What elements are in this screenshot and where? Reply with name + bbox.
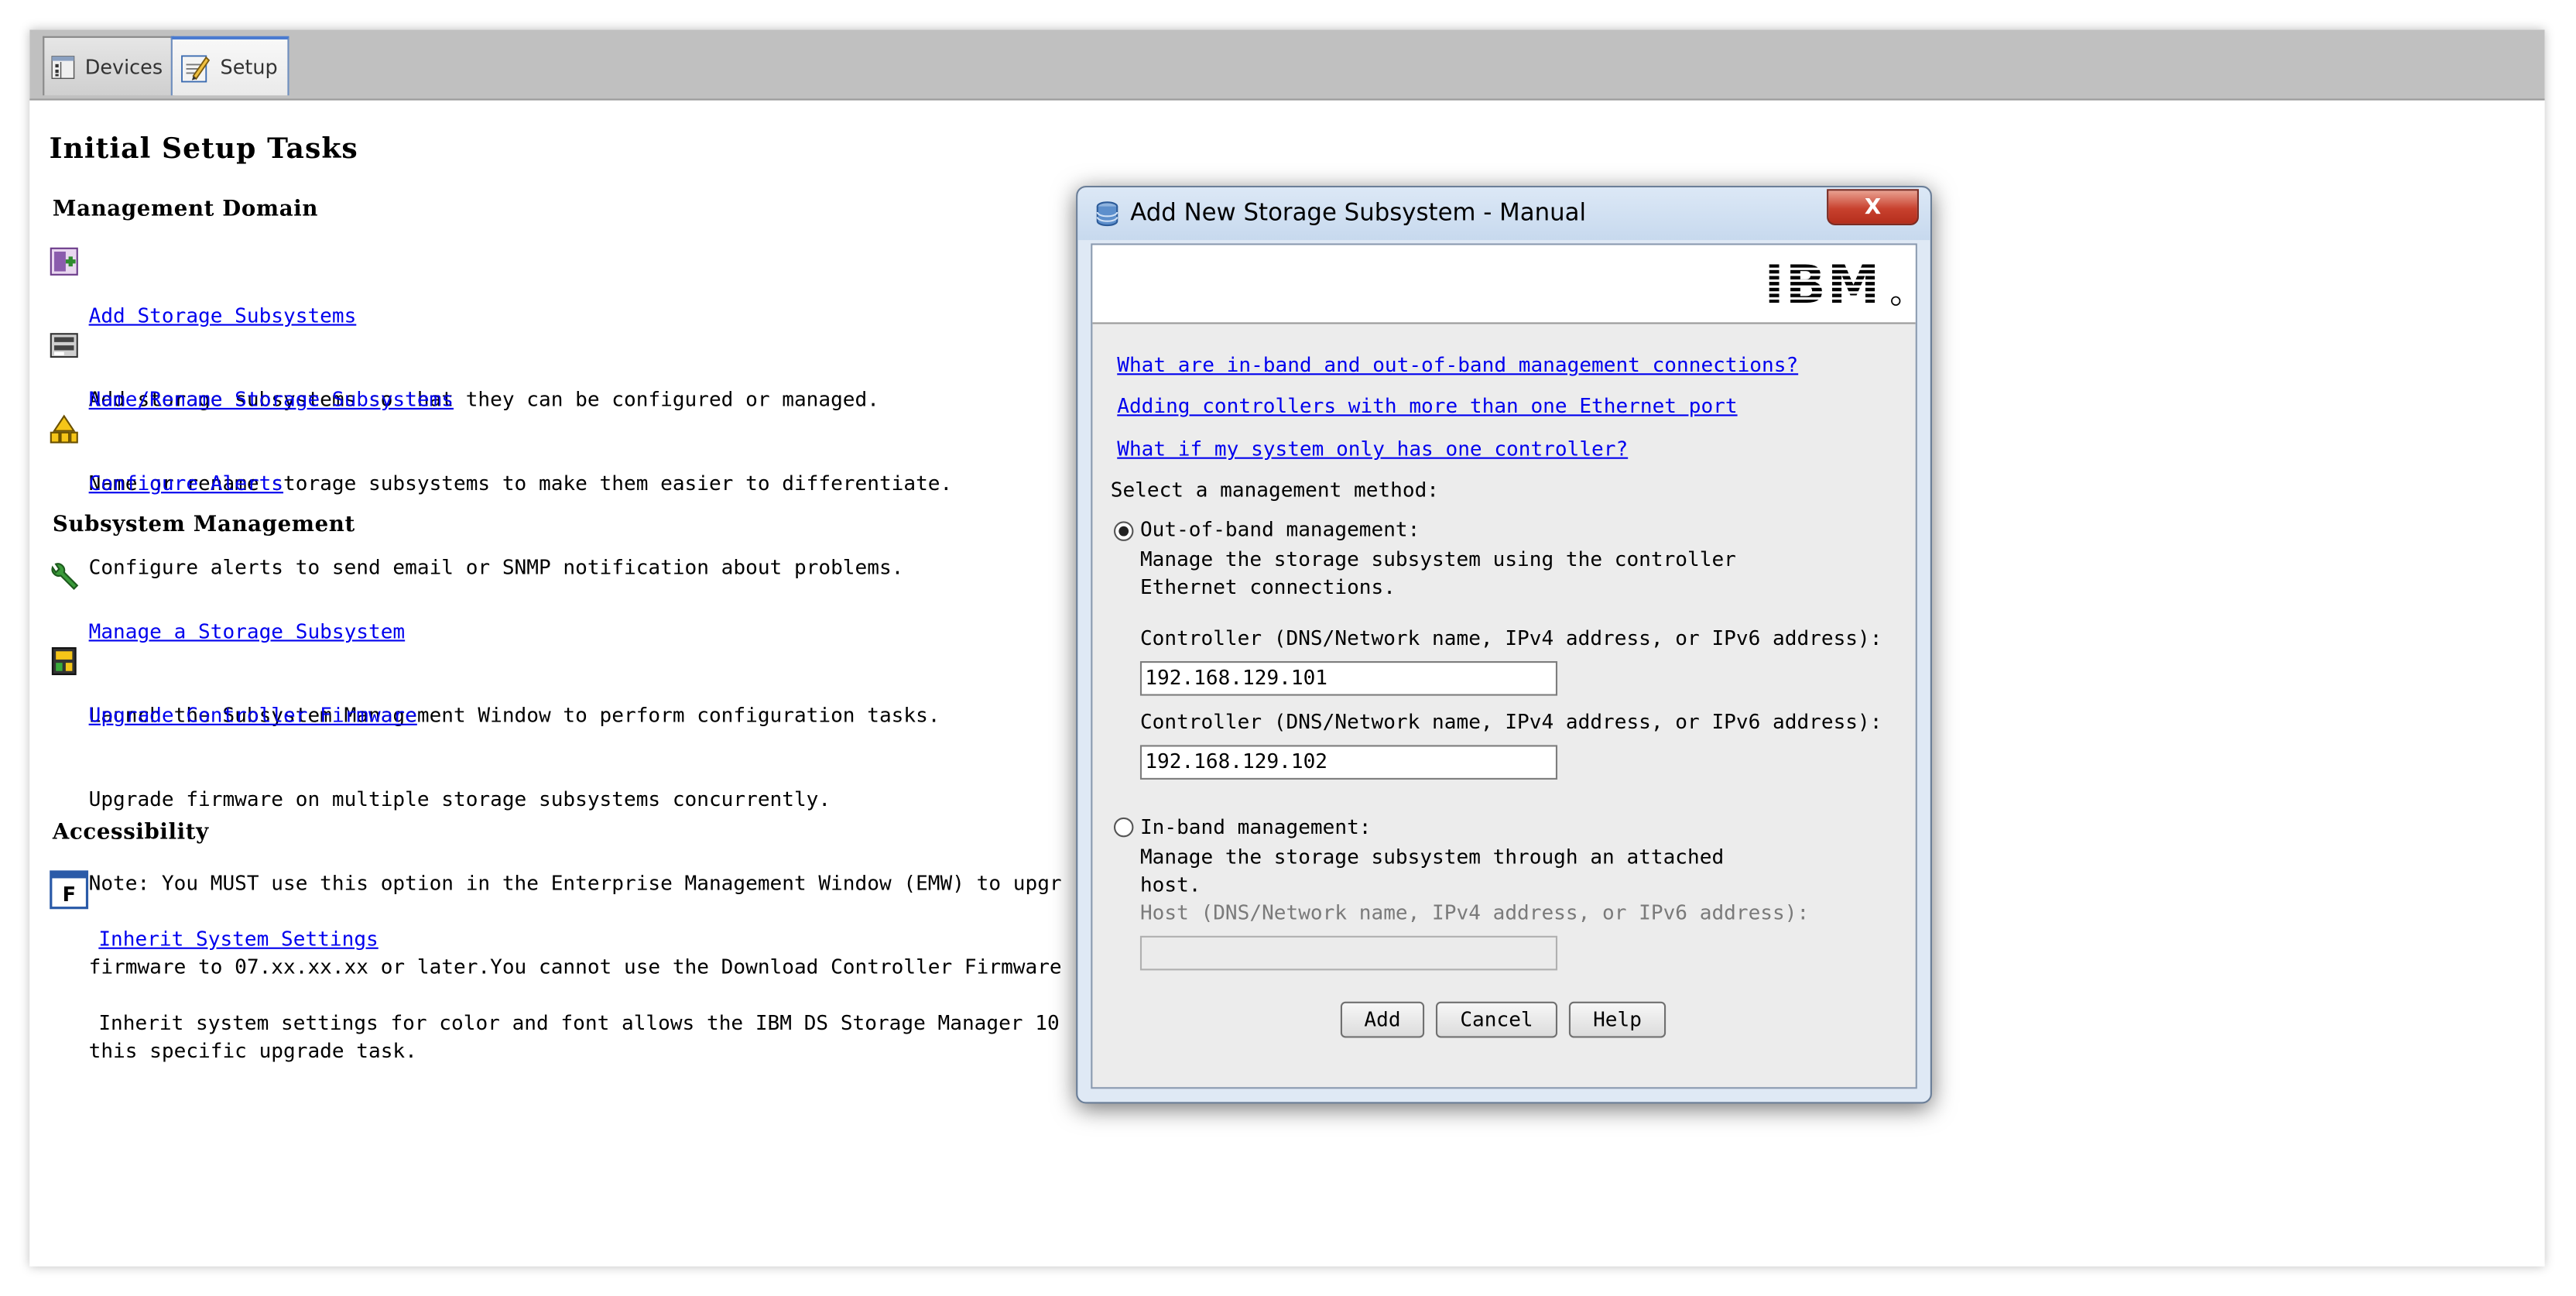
devices-icon <box>51 55 75 78</box>
section-subsystem-management: Subsystem Management <box>52 513 355 538</box>
out-of-band-radio[interactable] <box>1113 521 1134 541</box>
cancel-button[interactable]: Cancel <box>1435 1001 1558 1038</box>
firmware-icon <box>51 646 77 676</box>
help-button[interactable]: Help <box>1568 1001 1667 1038</box>
manage-subsystem-link[interactable]: Manage a Storage Subsystem <box>89 619 940 646</box>
svg-text:IBM: IBM <box>1764 259 1881 308</box>
out-of-band-label[interactable]: Out-of-band management: <box>1140 518 1420 541</box>
close-button[interactable]: X <box>1827 189 1919 226</box>
dialog-banner: IBM <box>1092 245 1916 324</box>
setup-icon <box>181 55 211 83</box>
select-method-label: Select a management method: <box>1110 478 1439 502</box>
out-of-band-description: Manage the storage subsystem using the c… <box>1139 547 1736 571</box>
wrench-icon <box>51 563 79 591</box>
task-description: Inherit system settings for color and fo… <box>98 1011 1060 1035</box>
screen: Devices Setup Initial Setup Tasks Manage… <box>0 0 2576 1296</box>
controller2-input[interactable]: 192.168.129.102 <box>1139 745 1558 780</box>
dialog-title: Add New Storage Subsystem - Manual <box>1130 201 1587 228</box>
controller1-input[interactable]: 192.168.129.101 <box>1139 661 1558 696</box>
in-band-description: host. <box>1139 873 1201 897</box>
tab-setup-label: Setup <box>220 56 278 79</box>
tab-setup[interactable]: Setup <box>170 36 289 96</box>
dialog-title-bar[interactable]: Add New Storage Subsystem - Manual X <box>1077 187 1930 241</box>
inherit-settings-icon: F <box>50 870 89 910</box>
controller1-label: Controller (DNS/Network name, IPv4 addre… <box>1139 626 1882 650</box>
add-button[interactable]: Add <box>1340 1001 1425 1038</box>
in-band-label[interactable]: In-band management: <box>1140 816 1372 839</box>
out-of-band-description: Ethernet connections. <box>1139 575 1396 599</box>
ibm-logo: IBM <box>1764 259 1901 308</box>
tab-devices[interactable]: Devices <box>43 36 174 96</box>
add-storage-link[interactable]: Add Storage Subsystems <box>89 303 879 331</box>
in-band-radio[interactable] <box>1113 817 1134 838</box>
alerts-icon <box>50 414 78 444</box>
help-link-one-controller[interactable]: What if my system only has one controlle… <box>1117 437 1628 461</box>
svg-text:F: F <box>63 883 76 907</box>
upgrade-firmware-link[interactable]: Upgrade Controller Firmware <box>89 702 1062 730</box>
host-input[interactable] <box>1139 935 1558 971</box>
help-link-multiple-ethernet[interactable]: Adding controllers with more than one Et… <box>1117 395 1737 418</box>
section-management-domain: Management Domain <box>52 197 319 222</box>
tab-bar: Devices Setup <box>29 29 2545 101</box>
host-label: Host (DNS/Network name, IPv4 address, or… <box>1139 901 1810 924</box>
tab-devices-label: Devices <box>84 55 163 78</box>
section-accessibility: Accessibility <box>52 821 209 845</box>
help-link-inband-outofband[interactable]: What are in-band and out-of-band managem… <box>1117 354 1798 377</box>
page-title: Initial Setup Tasks <box>49 133 358 166</box>
add-storage-dialog: Add New Storage Subsystem - Manual X IBM… <box>1076 186 1932 1104</box>
inherit-settings-link[interactable]: Inherit System Settings <box>98 926 1059 954</box>
task-description: Upgrade firmware on multiple storage sub… <box>88 787 831 811</box>
add-storage-icon <box>50 247 78 276</box>
rename-storage-icon <box>50 333 78 358</box>
controller2-label: Controller (DNS/Network name, IPv4 addre… <box>1139 710 1882 734</box>
storage-disk-icon <box>1096 201 1118 227</box>
configure-alerts-link[interactable]: Configure Alerts <box>89 471 904 499</box>
in-band-description: Manage the storage subsystem through an … <box>1139 845 1725 869</box>
dialog-body: IBM What are in-band and out-of-band man… <box>1091 243 1917 1089</box>
rename-storage-link[interactable]: Name/Rename Storage Subsystems <box>89 386 953 414</box>
